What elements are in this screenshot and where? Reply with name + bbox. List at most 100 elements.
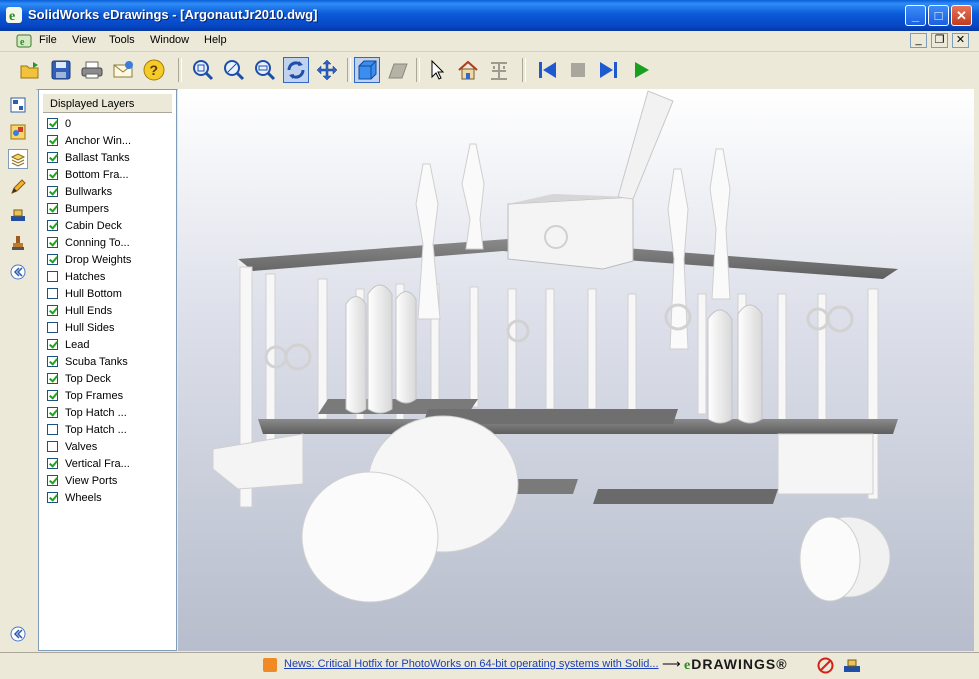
layer-row[interactable]: Vertical Fra...: [47, 455, 130, 472]
layer-checkbox[interactable]: [47, 475, 58, 486]
layer-checkbox[interactable]: [47, 407, 58, 418]
zoom-in-out-icon[interactable]: [221, 57, 247, 83]
minimize-button[interactable]: _: [905, 5, 926, 26]
layer-checkbox[interactable]: [47, 152, 58, 163]
layer-row[interactable]: Hull Bottom: [47, 285, 122, 302]
layer-checkbox[interactable]: [47, 169, 58, 180]
print-icon[interactable]: [79, 57, 105, 83]
rss-feed-icon[interactable]: [263, 658, 277, 672]
previous-icon[interactable]: [534, 57, 560, 83]
layer-checkbox[interactable]: [47, 322, 58, 333]
document-icon[interactable]: e: [16, 33, 32, 49]
email-icon[interactable]: [110, 57, 136, 83]
sheets-icon[interactable]: [8, 95, 28, 115]
layer-checkbox[interactable]: [47, 424, 58, 435]
zoom-to-fit-icon[interactable]: [190, 57, 216, 83]
rotate-icon[interactable]: [283, 57, 309, 83]
layer-row[interactable]: Hull Ends: [47, 302, 112, 319]
pan-icon[interactable]: [314, 57, 340, 83]
layer-row[interactable]: Top Hatch ...: [47, 421, 127, 438]
layer-row[interactable]: Hull Sides: [47, 319, 115, 336]
layer-row[interactable]: Top Deck: [47, 370, 111, 387]
window-title: SolidWorks eDrawings - [ArgonautJr2010.d…: [28, 7, 318, 22]
layer-row[interactable]: Wheels: [47, 489, 102, 506]
layer-row[interactable]: Bumpers: [47, 200, 109, 217]
layer-row[interactable]: Ballast Tanks: [47, 149, 130, 166]
expand-icon[interactable]: [8, 624, 28, 644]
layer-row[interactable]: Conning To...: [47, 234, 130, 251]
maximize-button[interactable]: □: [928, 5, 949, 26]
layers-panel-header: Displayed Layers: [43, 94, 172, 113]
no-entry-icon[interactable]: [817, 657, 834, 674]
close-button[interactable]: ✕: [951, 5, 972, 26]
layer-checkbox[interactable]: [47, 237, 58, 248]
layer-checkbox[interactable]: [47, 254, 58, 265]
perspective-icon[interactable]: [385, 57, 411, 83]
submarine-model[interactable]: [178, 89, 974, 651]
layer-row[interactable]: Top Hatch ...: [47, 404, 127, 421]
layer-label: Anchor Win...: [65, 134, 132, 147]
layer-checkbox[interactable]: [47, 390, 58, 401]
layer-checkbox[interactable]: [47, 203, 58, 214]
markup-pencil-icon[interactable]: [8, 177, 28, 197]
layer-row[interactable]: View Ports: [47, 472, 117, 489]
layer-checkbox[interactable]: [47, 135, 58, 146]
layer-checkbox[interactable]: [47, 373, 58, 384]
layer-checkbox[interactable]: [47, 186, 58, 197]
layer-row[interactable]: Hatches: [47, 268, 105, 285]
model-viewport[interactable]: [178, 89, 974, 651]
edrawings-app-icon[interactable]: e: [6, 7, 22, 23]
left-icon-strip: [0, 89, 36, 652]
layer-checkbox[interactable]: [47, 271, 58, 282]
help-icon[interactable]: ?: [141, 57, 167, 83]
layer-row[interactable]: Scuba Tanks: [47, 353, 128, 370]
layer-checkbox[interactable]: [47, 305, 58, 316]
menu-view[interactable]: View: [72, 34, 96, 46]
next-icon[interactable]: [596, 57, 622, 83]
menu-file[interactable]: File: [39, 34, 57, 46]
layer-checkbox[interactable]: [47, 492, 58, 503]
components-icon[interactable]: [8, 122, 28, 142]
layer-checkbox[interactable]: [47, 441, 58, 452]
layer-checkbox[interactable]: [47, 339, 58, 350]
measure-tool-icon[interactable]: [843, 657, 861, 674]
mdi-close-button[interactable]: ✕: [952, 33, 969, 48]
shaded-icon[interactable]: [354, 57, 380, 83]
layer-row[interactable]: Cabin Deck: [47, 217, 122, 234]
home-icon[interactable]: [455, 57, 481, 83]
layer-row[interactable]: Lead: [47, 336, 89, 353]
toolbar-separator: [416, 58, 420, 82]
layer-checkbox[interactable]: [47, 288, 58, 299]
menu-tools[interactable]: Tools: [109, 34, 135, 46]
layer-row[interactable]: Bottom Fra...: [47, 166, 129, 183]
layer-label: Top Deck: [65, 372, 111, 385]
layer-row[interactable]: Drop Weights: [47, 251, 131, 268]
layer-checkbox[interactable]: [47, 220, 58, 231]
zoom-to-area-icon[interactable]: [252, 57, 278, 83]
stop-icon[interactable]: [565, 57, 591, 83]
save-icon[interactable]: [48, 57, 74, 83]
collapse-icon[interactable]: [8, 262, 28, 282]
markup-icon[interactable]: [486, 57, 512, 83]
layer-label: Hull Sides: [65, 321, 115, 334]
menu-window[interactable]: Window: [150, 34, 189, 46]
stamp-icon[interactable]: [8, 233, 28, 253]
play-icon[interactable]: [628, 57, 654, 83]
select-icon[interactable]: [423, 57, 449, 83]
layer-row[interactable]: Bullwarks: [47, 183, 112, 200]
news-link[interactable]: News: Critical Hotfix for PhotoWorks on …: [284, 658, 659, 670]
layer-row[interactable]: Anchor Win...: [47, 132, 131, 149]
menu-help[interactable]: Help: [204, 34, 227, 46]
layer-row[interactable]: Valves: [47, 438, 97, 455]
mdi-restore-button[interactable]: ❐: [931, 33, 948, 48]
layer-checkbox[interactable]: [47, 118, 58, 129]
layers-icon[interactable]: [8, 149, 28, 169]
mdi-minimize-button[interactable]: _: [910, 33, 927, 48]
layer-row[interactable]: Top Frames: [47, 387, 123, 404]
layer-row[interactable]: 0: [47, 115, 71, 132]
layer-checkbox[interactable]: [47, 356, 58, 367]
window-right-edge: [974, 52, 979, 652]
open-icon[interactable]: [17, 57, 43, 83]
measure-icon[interactable]: [8, 205, 28, 225]
layer-checkbox[interactable]: [47, 458, 58, 469]
